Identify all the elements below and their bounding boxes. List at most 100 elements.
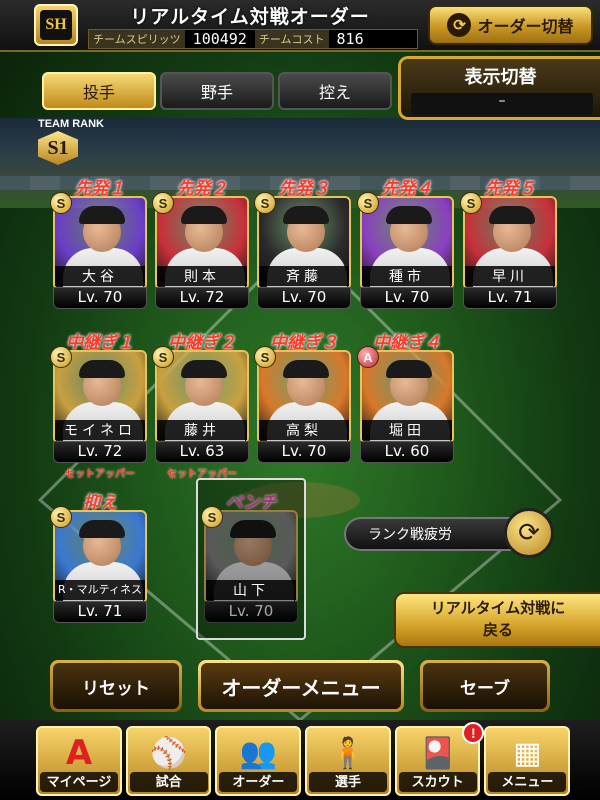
back-to-realtime-button[interactable]: リアルタイム対戦に 戻る [394,592,600,648]
player-level: Lv. 63 [155,441,249,463]
notification-badge: ! [462,722,485,744]
grade-badge: S [50,506,72,528]
page-title: リアルタイム対戦オーダー [130,7,370,28]
cap [79,360,125,378]
order-switch-label: オーダー切替 [477,19,574,36]
player-card[interactable]: 中継ぎ４ A 堀田 Lv. 60 [357,328,457,478]
player-icon: 🧍 [329,735,367,771]
player-level: Lv. 71 [463,287,557,309]
nav-scout[interactable]: 🎴 スカウト ! [394,722,485,796]
rank-fatigue-label: ランク戦疲労 [344,517,520,551]
cap [181,360,227,378]
cycle-icon: ⟳ [447,13,472,37]
display-toggle-label: 表示切替 [464,67,537,87]
cost-label: チームコスト [254,30,329,48]
player-name: 山下 [206,580,296,600]
player-level: Lv. 70 [257,287,351,309]
cap [283,360,329,378]
spirits-label: チームスピリッツ [89,30,185,48]
player-name: 大谷 [55,266,145,286]
back-button-line1: リアルタイム対戦に [430,600,566,617]
order-menu-button[interactable]: オーダーメニュー [198,660,404,712]
player-name: 早川 [465,266,555,286]
bench-frame [196,478,306,640]
player-name: 種市 [362,266,452,286]
save-button[interactable]: セーブ [420,660,550,712]
nav-game[interactable]: ⚾ 試合 [125,726,212,796]
player-card[interactable]: 中継ぎ１ S モイネロ Lv. 72 セットアッパー [50,328,150,480]
player-card[interactable]: 先発５ S 早川 Lv. 71 [460,174,560,324]
scout-icon: 🎴 [419,735,457,771]
display-toggle-button[interactable]: 表示切替 – [398,56,600,120]
nav-player-label: 選手 [309,772,388,792]
nav-mypage[interactable]: A マイページ [36,726,122,796]
player-level: Lv. 72 [53,441,147,463]
player-card[interactable]: 中継ぎ２ S 藤井 Lv. 63 セットアッパー [152,328,252,480]
stadium-icon: ⚾ [149,735,188,771]
cost-value: 816 [336,30,364,48]
cap [283,206,329,224]
player-card[interactable]: 抑え S R・マルティネス Lv. 71 [50,488,150,638]
grade-badge: S [50,192,72,214]
mypage-icon: A [65,733,93,773]
grade-badge: S [254,346,276,368]
player-card[interactable]: 先発４ S 種市 Lv. 70 [357,174,457,324]
player-level: Lv. 60 [360,441,454,463]
player-name: 則本 [157,266,247,286]
player-card[interactable]: 中継ぎ３ S 高梨 Lv. 70 [254,328,354,478]
nav-scout-label: スカウト [398,772,477,792]
spirits-value: 100492 [192,30,247,48]
cap [181,206,227,224]
save-label: セーブ [423,663,547,709]
grade-badge: S [357,192,379,214]
tab-fielders[interactable]: 野手 [160,72,274,110]
nav-menu[interactable]: ▦ メニュー [484,726,571,796]
player-level: Lv. 72 [155,287,249,309]
reset-button[interactable]: リセット [50,660,182,712]
display-toggle-value: – [411,93,593,115]
team-logo-text: SH [40,10,72,40]
sub-role-label: セットアッパー [65,469,135,480]
bottom-nav: A マイページ ⚾ 試合 👥 オーダー 🧍 選手 🎴 スカウト ! ▦ メニュー [0,720,600,800]
grade-badge: S [50,346,72,368]
nav-game-label: 試合 [129,772,208,792]
nav-order[interactable]: 👥 オーダー [215,726,302,796]
tab-pitchers[interactable]: 投手 [42,72,156,110]
order-switch-button[interactable]: ⟳ オーダー切替 [428,5,593,45]
grade-badge: S [201,506,223,528]
grade-badge: S [254,192,276,214]
player-level: Lv. 71 [53,601,147,623]
nav-menu-label: メニュー [488,772,567,792]
fatigue-refresh-button[interactable]: ⟳ [504,508,554,558]
reset-label: リセット [53,663,179,709]
player-name: R・マルティネス [55,580,145,600]
player-card[interactable]: 先発２ S 則本 Lv. 72 [152,174,252,324]
header-bar: SH リアルタイム対戦オーダー チームスピリッツ 100492 チームコスト 8… [0,0,600,52]
order-icon: 👥 [239,735,278,771]
player-card[interactable]: 先発１ S 大谷 Lv. 70 [50,174,150,324]
team-logo: SH [34,4,78,46]
player-name: 堀田 [362,420,452,440]
cap [79,520,125,538]
player-name: モイネロ [55,420,145,440]
position-tabs: 投手 野手 控え [42,72,392,110]
player-name: 藤井 [157,420,247,440]
cap [489,206,535,224]
team-rank-badge: S1 [38,131,78,165]
order-menu-label: オーダーメニュー [201,663,401,709]
tab-reserves[interactable]: 控え [278,72,392,110]
grade-badge: S [460,192,482,214]
cap [386,360,432,378]
player-name: 斉藤 [259,266,349,286]
team-rank: TEAM RANK S1 [38,118,104,165]
grade-badge: S [152,346,174,368]
player-level: Lv. 70 [360,287,454,309]
grade-badge: A [357,346,379,368]
player-name: 高梨 [259,420,349,440]
grade-badge: S [152,192,174,214]
back-button-line2: 戻る [482,622,513,639]
team-rank-label: TEAM RANK [38,118,104,130]
team-stats: チームスピリッツ 100492 チームコスト 816 [88,29,418,49]
nav-player[interactable]: 🧍 選手 [305,726,391,796]
player-card[interactable]: 先発３ S 斉藤 Lv. 70 [254,174,354,324]
